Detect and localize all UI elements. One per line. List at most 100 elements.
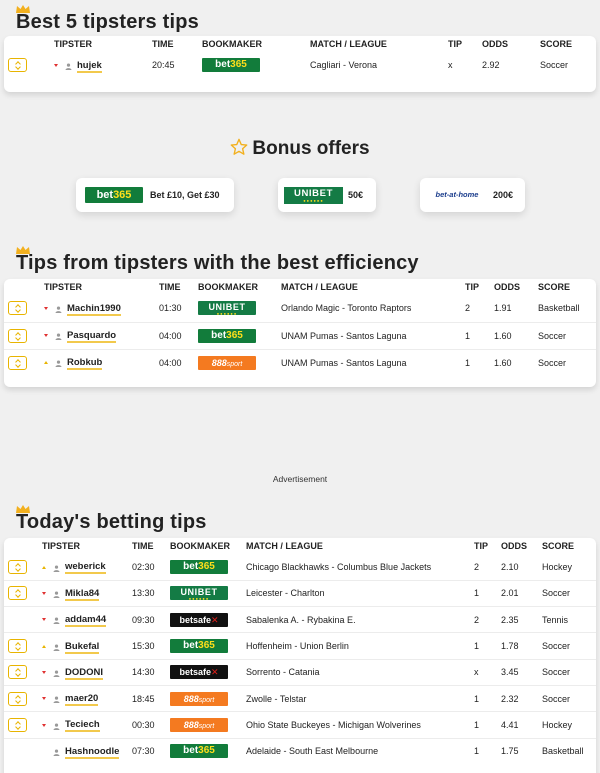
trend-down-icon: [44, 306, 48, 310]
betsafe-logo: betsafe✕: [170, 665, 228, 680]
table-row[interactable]: addam44 09:30 betsafe✕ Sabalenka A. - Rybak…: [4, 606, 596, 633]
tipster-name-link[interactable]: Pasquardo: [67, 330, 117, 343]
table-row[interactable]: maer20 18:45 888sport Zwolle - Telstar 1 2.32…: [4, 684, 596, 712]
tip-time: 01:30: [159, 303, 182, 314]
tipster-name-link[interactable]: Teciech: [65, 719, 100, 733]
table-header-row: TIPSTER TIME BOOKMAKER MATCH / LEAGUE TIP ODD…: [4, 279, 596, 295]
table-header-row: TIPSTER TIME BOOKMAKER MATCH / LEAGUE TIP ODD…: [4, 36, 596, 52]
bookmaker-cell[interactable]: UNIBET ●●●●●●: [198, 295, 281, 322]
column-header: BOOKMAKER: [170, 541, 230, 551]
bonus-offer-bet365[interactable]: bet365 Bet £10, Get £30: [76, 178, 234, 212]
bookmaker-cell[interactable]: bet365: [170, 554, 246, 580]
trend-down-icon: [42, 670, 46, 674]
bookmaker-cell[interactable]: 888sport: [170, 684, 246, 712]
table-header-row: TIPSTER TIME BOOKMAKER MATCH / LEAGUE TIP ODD…: [4, 538, 596, 554]
tipster-name-link[interactable]: Machin1990: [67, 302, 121, 316]
tip-time: 14:30: [132, 658, 170, 686]
tipster-name-link[interactable]: addam44: [65, 614, 107, 628]
expand-chevron-icon[interactable]: [8, 58, 27, 73]
table-row[interactable]: weberick 02:30 bet365 Chicago Blackhawks - …: [4, 554, 596, 580]
tipster-name-link[interactable]: Hashnoodle: [65, 745, 120, 759]
bookmaker-cell[interactable]: 888sport: [170, 711, 246, 739]
column-header: TIPSTER: [44, 282, 83, 292]
bookmaker-cell[interactable]: 888sport: [198, 348, 281, 376]
table-row[interactable]: Machin1990 01:30 UNIBET ●●●●●● Orlando Magic…: [4, 295, 596, 322]
table-row[interactable]: Mikla84 13:30 UNIBET ●●●●●● Leicester - Char…: [4, 579, 596, 607]
table-row[interactable]: Bukefal 15:30 bet365 Hoffenheim - Union Ber…: [4, 632, 596, 660]
expand-chevron-icon[interactable]: [8, 586, 27, 601]
expand-chevron-icon[interactable]: [8, 691, 27, 706]
tip-value: 2: [474, 606, 501, 633]
bet365-logo: bet365: [198, 328, 256, 343]
bonus-offers-label: Bonus offers: [252, 138, 370, 159]
bookmaker-cell[interactable]: betsafe✕: [170, 658, 246, 686]
tip-time: 00:30: [132, 711, 170, 739]
column-header: MATCH / LEAGUE: [310, 39, 387, 49]
table-row[interactable]: hujek 20:45 bet365 Cagliari - Verona x 2.92 So…: [4, 52, 596, 78]
bonus-offer-text: 50€: [348, 190, 364, 200]
odds-value: 1.75: [501, 737, 542, 765]
match-league: Orlando Magic - Toronto Raptors: [281, 303, 412, 314]
user-icon: [55, 359, 62, 368]
table-row[interactable]: Hashnoodle 07:30 bet365 Adelaide - South Ea…: [4, 737, 596, 765]
expand-chevron-icon[interactable]: [8, 301, 27, 316]
tip-value: 1: [474, 711, 501, 739]
user-icon: [53, 748, 60, 757]
tip-time: 18:45: [132, 684, 170, 712]
tips-table: TIPSTER TIME BOOKMAKER MATCH / LEAGUE TIP ODD…: [4, 279, 596, 376]
trend-down-icon: [54, 63, 58, 67]
bookmaker-cell[interactable]: bet365: [170, 737, 246, 765]
table-row[interactable]: Pasquardo 04:00 bet365 UNAM Pumas - Santos …: [4, 321, 596, 349]
expand-chevron-icon[interactable]: [8, 665, 27, 680]
expand-chevron-icon[interactable]: [8, 559, 27, 574]
tip-time: 07:30: [132, 737, 170, 765]
table-row[interactable]: Teciech 00:30 888sport Ohio State Buckeyes …: [4, 711, 596, 739]
888sport-logo: 888sport: [170, 691, 228, 706]
expand-chevron-icon[interactable]: [8, 355, 27, 370]
section-title-best-efficiency: Tips from tipsters with the best efficie…: [16, 252, 419, 274]
odds-value: 2.32: [501, 684, 542, 712]
sport-label: Soccer: [538, 348, 596, 376]
tipster-name-link[interactable]: DODONI: [65, 666, 103, 680]
trend-up-icon: [44, 361, 48, 365]
column-header: SCORE: [540, 39, 573, 49]
tips-table: TIPSTER TIME BOOKMAKER MATCH / LEAGUE TIP ODD…: [4, 36, 596, 78]
bonus-offers-title: Bonus offers: [0, 138, 600, 160]
bookmaker-cell[interactable]: bet365: [170, 632, 246, 660]
bonus-offer-unibet[interactable]: UNIBET ●●●●●● 50€: [278, 178, 376, 212]
bookmaker-cell[interactable]: betsafe✕: [170, 606, 246, 633]
bookmaker-cell[interactable]: bet365: [198, 321, 281, 349]
tipster-name-link[interactable]: hujek: [77, 59, 102, 73]
expand-chevron-icon[interactable]: [8, 717, 27, 732]
unibet-logo: UNIBET ●●●●●●: [170, 586, 228, 601]
column-header: MATCH / LEAGUE: [281, 282, 358, 292]
odds-value: 1.60: [494, 321, 538, 349]
match-league: UNAM Pumas - Santos Laguna: [281, 348, 465, 376]
expand-chevron-icon[interactable]: [8, 639, 27, 654]
best-efficiency-table-card: TIPSTER TIME BOOKMAKER MATCH / LEAGUE TIP ODD…: [4, 279, 596, 387]
888sport-logo: 888sport: [198, 355, 256, 370]
tipster-name-link[interactable]: Mikla84: [65, 587, 100, 601]
trend-down-icon: [44, 334, 48, 338]
tipster-name-link[interactable]: weberick: [65, 561, 106, 575]
tip-value: 1: [474, 632, 501, 660]
tipster-name-link[interactable]: maer20: [65, 693, 99, 707]
match-league: Ohio State Buckeyes - Michigan Wolverine…: [246, 711, 474, 739]
tipster-name-link[interactable]: Robkub: [67, 357, 103, 371]
trend-down-icon: [42, 618, 46, 622]
tip-time: 04:00: [159, 321, 198, 349]
table-row[interactable]: Robkub 04:00 888sport UNAM Pumas - Santos L…: [4, 348, 596, 376]
bet365-logo: bet365: [170, 559, 228, 574]
column-header: BOOKMAKER: [202, 39, 262, 49]
bookmaker-cell[interactable]: UNIBET ●●●●●●: [170, 579, 246, 607]
sport-label: Soccer: [542, 658, 596, 686]
match-league: Chicago Blackhawks - Columbus Blue Jacke…: [246, 561, 432, 572]
star-icon: [230, 138, 248, 155]
tipster-name-link[interactable]: Bukefal: [65, 640, 100, 654]
user-icon: [55, 305, 62, 313]
bookmaker-cell[interactable]: bet365: [202, 52, 310, 78]
bonus-offer-bet-at-home[interactable]: bet-at-home 200€: [420, 178, 525, 212]
table-row[interactable]: DODONI 14:30 betsafe✕ Sorrento - Catania x 3.…: [4, 658, 596, 686]
expand-chevron-icon[interactable]: [8, 328, 27, 343]
match-league: Hoffenheim - Union Berlin: [246, 632, 474, 660]
